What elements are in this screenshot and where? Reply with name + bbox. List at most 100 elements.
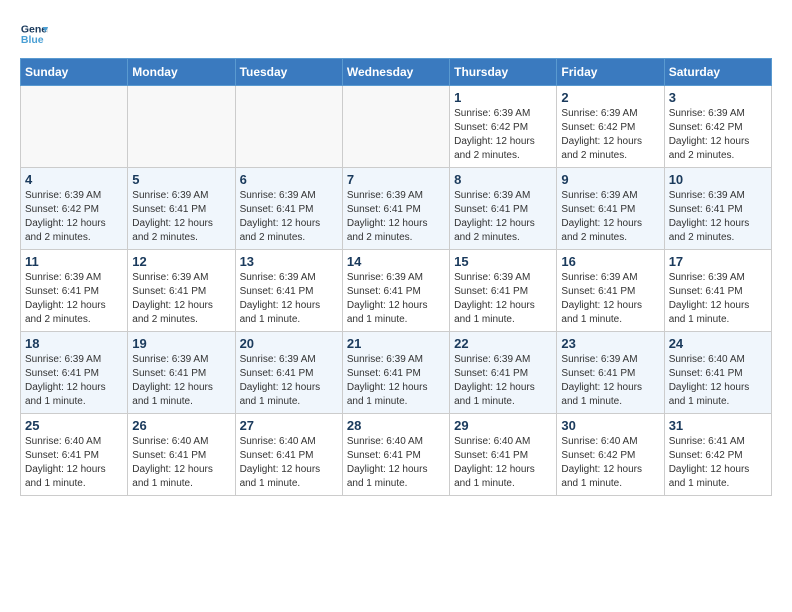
svg-text:Blue: Blue <box>21 34 44 46</box>
day-number: 7 <box>347 172 445 187</box>
day-number: 5 <box>132 172 230 187</box>
calendar-week-row: 25 Sunrise: 6:40 AM Sunset: 6:41 PM Dayli… <box>21 414 772 496</box>
day-number: 12 <box>132 254 230 269</box>
day-info: Sunrise: 6:39 AM Sunset: 6:41 PM Dayligh… <box>669 271 767 327</box>
day-info: Sunrise: 6:39 AM Sunset: 6:41 PM Dayligh… <box>347 189 445 245</box>
page-header: General Blue <box>20 20 772 48</box>
day-number: 13 <box>240 254 338 269</box>
day-info: Sunrise: 6:39 AM Sunset: 6:41 PM Dayligh… <box>669 189 767 245</box>
calendar-week-row: 18 Sunrise: 6:39 AM Sunset: 6:41 PM Dayli… <box>21 332 772 414</box>
calendar-cell: 1 Sunrise: 6:39 AM Sunset: 6:42 PM Daylig… <box>450 86 557 168</box>
weekday-header-row: SundayMondayTuesdayWednesdayThursdayFrid… <box>21 59 772 86</box>
day-number: 6 <box>240 172 338 187</box>
weekday-header-tuesday: Tuesday <box>235 59 342 86</box>
day-info: Sunrise: 6:40 AM Sunset: 6:41 PM Dayligh… <box>132 435 230 491</box>
calendar-cell: 6 Sunrise: 6:39 AM Sunset: 6:41 PM Daylig… <box>235 168 342 250</box>
calendar-cell <box>21 86 128 168</box>
calendar-cell: 28Sunrise: 6:40 AM Sunset: 6:41 PM Dayli… <box>342 414 449 496</box>
day-number: 19 <box>132 336 230 351</box>
day-info: Sunrise: 6:40 AM Sunset: 6:41 PM Dayligh… <box>669 353 767 409</box>
day-number: 16 <box>561 254 659 269</box>
weekday-header-friday: Friday <box>557 59 664 86</box>
calendar-cell: 17 Sunrise: 6:39 AM Sunset: 6:41 PM Dayli… <box>664 250 771 332</box>
day-info: Sunrise: 6:41 AM Sunset: 6:42 PM Dayligh… <box>669 435 767 491</box>
day-info: Sunrise: 6:39 AM Sunset: 6:41 PM Dayligh… <box>132 189 230 245</box>
day-info: Sunrise: 6:39 AM Sunset: 6:41 PM Dayligh… <box>25 271 123 327</box>
day-info: Sunrise: 6:40 AM Sunset: 6:41 PM Dayligh… <box>240 435 338 491</box>
day-info: Sunrise: 6:39 AM Sunset: 6:41 PM Dayligh… <box>347 271 445 327</box>
weekday-header-sunday: Sunday <box>21 59 128 86</box>
calendar-cell: 4Sunrise: 6:39 AM Sunset: 6:42 PM Daylig… <box>21 168 128 250</box>
calendar-cell <box>235 86 342 168</box>
day-info: Sunrise: 6:39 AM Sunset: 6:41 PM Dayligh… <box>454 271 552 327</box>
calendar-cell: 27 Sunrise: 6:40 AM Sunset: 6:41 PM Dayli… <box>235 414 342 496</box>
day-number: 15 <box>454 254 552 269</box>
calendar-cell <box>342 86 449 168</box>
day-info: Sunrise: 6:39 AM Sunset: 6:41 PM Dayligh… <box>240 271 338 327</box>
calendar-week-row: 4Sunrise: 6:39 AM Sunset: 6:42 PM Daylig… <box>21 168 772 250</box>
day-number: 2 <box>561 90 659 105</box>
logo-icon: General Blue <box>20 20 48 48</box>
day-info: Sunrise: 6:39 AM Sunset: 6:42 PM Dayligh… <box>561 107 659 163</box>
day-number: 11 <box>25 254 123 269</box>
day-number: 10 <box>669 172 767 187</box>
day-info: Sunrise: 6:39 AM Sunset: 6:41 PM Dayligh… <box>454 353 552 409</box>
day-number: 27 <box>240 418 338 433</box>
day-number: 3 <box>669 90 767 105</box>
day-info: Sunrise: 6:40 AM Sunset: 6:41 PM Dayligh… <box>454 435 552 491</box>
calendar-week-row: 11 Sunrise: 6:39 AM Sunset: 6:41 PM Dayli… <box>21 250 772 332</box>
weekday-header-thursday: Thursday <box>450 59 557 86</box>
calendar-cell: 14Sunrise: 6:39 AM Sunset: 6:41 PM Dayli… <box>342 250 449 332</box>
weekday-header-saturday: Saturday <box>664 59 771 86</box>
calendar-cell: 7 Sunrise: 6:39 AM Sunset: 6:41 PM Daylig… <box>342 168 449 250</box>
calendar-cell <box>128 86 235 168</box>
calendar-week-row: 1 Sunrise: 6:39 AM Sunset: 6:42 PM Daylig… <box>21 86 772 168</box>
day-number: 18 <box>25 336 123 351</box>
calendar-cell: 10 Sunrise: 6:39 AM Sunset: 6:41 PM Dayli… <box>664 168 771 250</box>
day-number: 9 <box>561 172 659 187</box>
day-info: Sunrise: 6:39 AM Sunset: 6:42 PM Dayligh… <box>454 107 552 163</box>
calendar-cell: 13 Sunrise: 6:39 AM Sunset: 6:41 PM Dayli… <box>235 250 342 332</box>
calendar-cell: 11 Sunrise: 6:39 AM Sunset: 6:41 PM Dayli… <box>21 250 128 332</box>
calendar-cell: 31 Sunrise: 6:41 AM Sunset: 6:42 PM Dayli… <box>664 414 771 496</box>
calendar-cell: 15 Sunrise: 6:39 AM Sunset: 6:41 PM Dayli… <box>450 250 557 332</box>
weekday-header-monday: Monday <box>128 59 235 86</box>
calendar-cell: 30 Sunrise: 6:40 AM Sunset: 6:42 PM Dayli… <box>557 414 664 496</box>
day-info: Sunrise: 6:39 AM Sunset: 6:41 PM Dayligh… <box>240 353 338 409</box>
calendar-cell: 2 Sunrise: 6:39 AM Sunset: 6:42 PM Daylig… <box>557 86 664 168</box>
calendar-cell: 8Sunrise: 6:39 AM Sunset: 6:41 PM Daylig… <box>450 168 557 250</box>
day-number: 20 <box>240 336 338 351</box>
calendar-cell: 23Sunrise: 6:39 AM Sunset: 6:41 PM Dayli… <box>557 332 664 414</box>
day-number: 22 <box>454 336 552 351</box>
day-number: 1 <box>454 90 552 105</box>
day-info: Sunrise: 6:39 AM Sunset: 6:41 PM Dayligh… <box>347 353 445 409</box>
calendar-cell: 20 Sunrise: 6:39 AM Sunset: 6:41 PM Dayli… <box>235 332 342 414</box>
day-number: 21 <box>347 336 445 351</box>
day-info: Sunrise: 6:39 AM Sunset: 6:41 PM Dayligh… <box>132 353 230 409</box>
day-info: Sunrise: 6:39 AM Sunset: 6:41 PM Dayligh… <box>240 189 338 245</box>
calendar-cell: 24Sunrise: 6:40 AM Sunset: 6:41 PM Dayli… <box>664 332 771 414</box>
calendar-cell: 26 Sunrise: 6:40 AM Sunset: 6:41 PM Dayli… <box>128 414 235 496</box>
day-number: 26 <box>132 418 230 433</box>
calendar-cell: 21 Sunrise: 6:39 AM Sunset: 6:41 PM Dayli… <box>342 332 449 414</box>
day-number: 30 <box>561 418 659 433</box>
day-number: 8 <box>454 172 552 187</box>
day-info: Sunrise: 6:39 AM Sunset: 6:41 PM Dayligh… <box>132 271 230 327</box>
day-info: Sunrise: 6:39 AM Sunset: 6:41 PM Dayligh… <box>25 353 123 409</box>
day-number: 17 <box>669 254 767 269</box>
calendar-cell: 16 Sunrise: 6:39 AM Sunset: 6:41 PM Dayli… <box>557 250 664 332</box>
day-info: Sunrise: 6:39 AM Sunset: 6:41 PM Dayligh… <box>561 271 659 327</box>
calendar-cell: 22 Sunrise: 6:39 AM Sunset: 6:41 PM Dayli… <box>450 332 557 414</box>
day-info: Sunrise: 6:40 AM Sunset: 6:41 PM Dayligh… <box>25 435 123 491</box>
calendar-cell: 25 Sunrise: 6:40 AM Sunset: 6:41 PM Dayli… <box>21 414 128 496</box>
weekday-header-wednesday: Wednesday <box>342 59 449 86</box>
day-info: Sunrise: 6:39 AM Sunset: 6:41 PM Dayligh… <box>561 189 659 245</box>
day-number: 25 <box>25 418 123 433</box>
day-number: 29 <box>454 418 552 433</box>
day-info: Sunrise: 6:39 AM Sunset: 6:42 PM Dayligh… <box>25 189 123 245</box>
calendar-cell: 12 Sunrise: 6:39 AM Sunset: 6:41 PM Dayli… <box>128 250 235 332</box>
day-number: 31 <box>669 418 767 433</box>
calendar-table: SundayMondayTuesdayWednesdayThursdayFrid… <box>20 58 772 496</box>
day-info: Sunrise: 6:40 AM Sunset: 6:42 PM Dayligh… <box>561 435 659 491</box>
day-info: Sunrise: 6:39 AM Sunset: 6:42 PM Dayligh… <box>669 107 767 163</box>
